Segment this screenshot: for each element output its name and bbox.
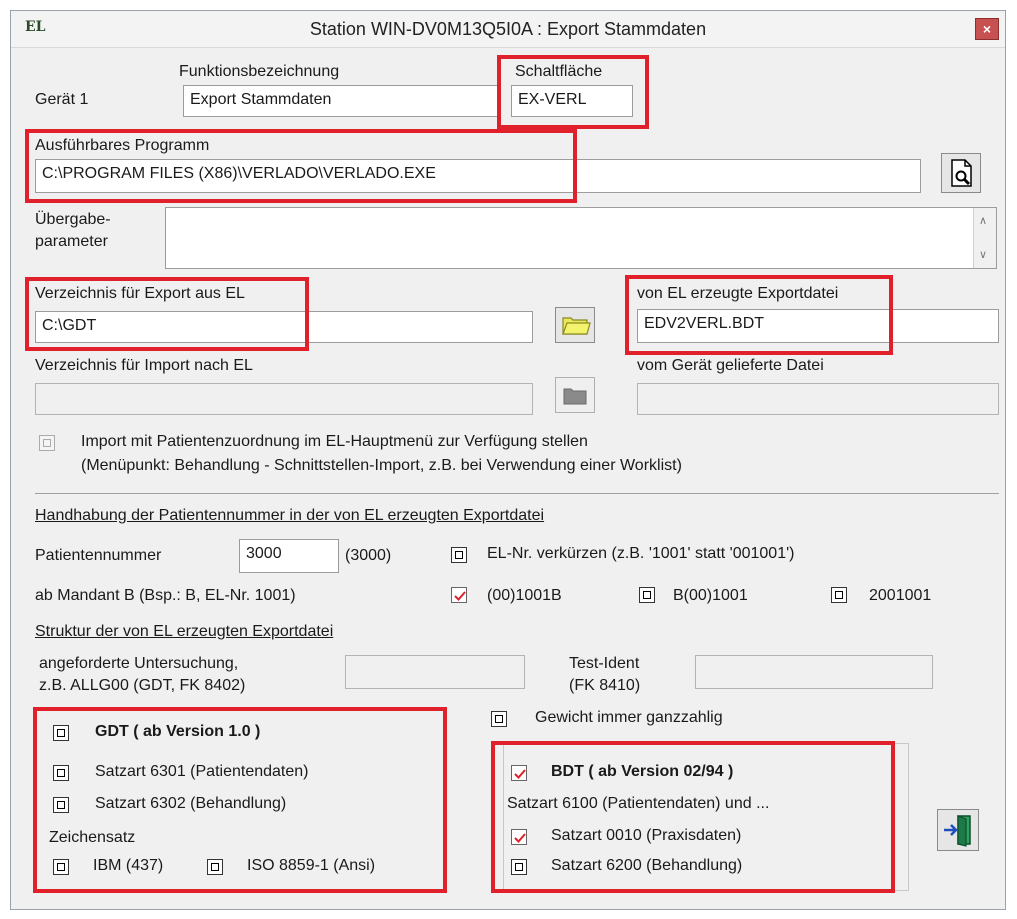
untersuchung-line1: angeforderte Untersuchung, xyxy=(39,655,239,672)
patnr-label: Patientennummer xyxy=(35,547,162,564)
browse-export-dir-button[interactable] xyxy=(555,307,595,343)
s6301-checkbox[interactable] xyxy=(53,765,69,781)
gdt-checkbox[interactable] xyxy=(53,725,69,741)
s6100-label: Satzart 6100 (Patientendaten) und ... xyxy=(507,795,770,812)
untersuchung-line2: z.B. ALLG00 (GDT, FK 8402) xyxy=(39,677,246,694)
import-option-line1: Import mit Patientenzuordnung im EL-Haup… xyxy=(81,433,588,450)
s6301-label: Satzart 6301 (Patientendaten) xyxy=(95,763,309,780)
geraet-label: Gerät 1 xyxy=(35,91,89,108)
gewicht-checkbox[interactable] xyxy=(491,711,507,727)
schalt-label: Schaltfläche xyxy=(515,63,603,80)
checkmark-icon xyxy=(454,591,466,601)
program-input[interactable]: C:\PROGRAM FILES (X86)\VERLADO\VERLADO.E… xyxy=(35,159,921,193)
opt2-label: B(00)1001 xyxy=(673,587,748,604)
program-label: Ausführbares Programm xyxy=(35,137,210,154)
export-dir-label: Verzeichnis für Export aus EL xyxy=(35,285,245,302)
window-title: Station WIN-DV0M13Q5I0A : Export Stammda… xyxy=(309,19,707,39)
zeichensatz-label: Zeichensatz xyxy=(49,829,136,846)
patnr-input[interactable]: 3000 xyxy=(239,539,339,573)
s0010-label: Satzart 0010 (Praxisdaten) xyxy=(551,827,742,844)
s0010-checkbox[interactable] xyxy=(511,829,527,845)
s6302-label: Satzart 6302 (Behandlung) xyxy=(95,795,287,812)
close-button[interactable]: × xyxy=(975,18,999,40)
import-file-input[interactable] xyxy=(637,383,999,415)
separator xyxy=(35,493,999,494)
import-dir-label: Verzeichnis für Import nach EL xyxy=(35,357,253,374)
iso-label: ISO 8859-1 (Ansi) xyxy=(247,857,376,874)
export-dir-input[interactable]: C:\GDT xyxy=(35,311,533,343)
opt2-checkbox[interactable] xyxy=(639,587,655,603)
title-bar: EL Station WIN-DV0M13Q5I0A : Export Stam… xyxy=(11,11,1005,48)
checkmark-icon xyxy=(514,769,526,779)
opt3-checkbox[interactable] xyxy=(831,587,847,603)
handling-heading: Handhabung der Patientennummer in der vo… xyxy=(35,507,545,524)
ibm-label: IBM (437) xyxy=(93,857,164,874)
params-label-line1: Übergabe- xyxy=(35,211,111,228)
structure-heading: Struktur der von EL erzeugten Exportdate… xyxy=(35,623,334,640)
exit-door-icon xyxy=(944,815,971,847)
folder-open-icon xyxy=(562,317,591,335)
opt3-label: 2001001 xyxy=(869,587,932,604)
import-file-label: vom Gerät gelieferte Datei xyxy=(637,357,824,374)
file-search-icon xyxy=(951,159,972,187)
params-label-line2: parameter xyxy=(35,233,108,250)
s6302-checkbox[interactable] xyxy=(53,797,69,813)
folder-icon xyxy=(563,388,587,405)
opt1-label: (00)1001B xyxy=(487,587,562,604)
import-option-line2: (Menüpunkt: Behandlung - Schnittstellen-… xyxy=(81,457,682,474)
gdt-title: GDT ( ab Version 1.0 ) xyxy=(95,723,261,740)
export-file-input[interactable]: EDV2VERL.BDT xyxy=(637,309,999,343)
bdt-title: BDT ( ab Version 02/94 ) xyxy=(551,763,734,780)
ibm-checkbox[interactable] xyxy=(53,859,69,875)
checkmark-icon xyxy=(514,833,526,843)
export-dialog: EL Station WIN-DV0M13Q5I0A : Export Stam… xyxy=(10,10,1006,910)
scroll-up-icon[interactable]: ∧ xyxy=(979,214,987,227)
testident-line2: (FK 8410) xyxy=(569,677,641,694)
import-dir-input[interactable] xyxy=(35,383,533,415)
iso-checkbox[interactable] xyxy=(207,859,223,875)
export-file-label: von EL erzeugte Exportdatei xyxy=(637,285,839,302)
browse-import-dir-button[interactable] xyxy=(555,377,595,413)
browse-program-button[interactable] xyxy=(941,153,981,193)
s6200-label: Satzart 6200 (Behandlung) xyxy=(551,857,743,874)
funktion-input[interactable]: Export Stammdaten xyxy=(183,85,499,117)
params-scrollbar[interactable]: ∧ ∨ xyxy=(973,208,996,268)
mandant-label: ab Mandant B (Bsp.: B, EL-Nr. 1001) xyxy=(35,587,296,604)
untersuchung-input[interactable] xyxy=(345,655,525,689)
testident-line1: Test-Ident xyxy=(569,655,640,672)
bdt-checkbox[interactable] xyxy=(511,765,527,781)
scroll-down-icon[interactable]: ∨ xyxy=(979,248,987,261)
import-option-checkbox[interactable] xyxy=(39,435,55,451)
schalt-input[interactable]: EX-VERL xyxy=(511,85,633,117)
patnr-hint: (3000) xyxy=(345,547,392,564)
opt1-checkbox[interactable] xyxy=(451,587,467,603)
params-textarea[interactable] xyxy=(165,207,997,269)
funktion-label: Funktionsbezeichnung xyxy=(179,63,340,80)
shorten-label: EL-Nr. verkürzen (z.B. '1001' statt '001… xyxy=(487,545,795,562)
gewicht-label: Gewicht immer ganzzahlig xyxy=(535,709,723,726)
s6200-checkbox[interactable] xyxy=(511,859,527,875)
shorten-checkbox[interactable] xyxy=(451,547,467,563)
testident-input[interactable] xyxy=(695,655,933,689)
exit-button[interactable] xyxy=(937,809,979,851)
